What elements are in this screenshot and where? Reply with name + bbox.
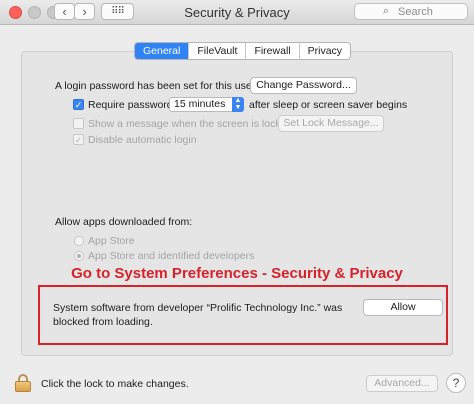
search-placeholder: Search	[398, 6, 433, 18]
require-password-delay-select[interactable]: 15 minutes ▲ ▼	[169, 97, 244, 112]
tab-privacy[interactable]: Privacy	[300, 43, 350, 59]
login-password-text: A login password has been set for this u…	[55, 80, 256, 92]
blocked-message-line1: System software from developer “Prolific…	[53, 302, 343, 314]
app-store-radio[interactable]	[74, 236, 84, 246]
tab-filevault[interactable]: FileVault	[189, 43, 247, 59]
search-input[interactable]: ⌕ Search	[354, 3, 468, 20]
identified-developers-radio[interactable]	[74, 251, 84, 261]
after-sleep-text: after sleep or screen saver begins	[249, 99, 408, 111]
tab-firewall[interactable]: Firewall	[246, 43, 300, 59]
change-password-button[interactable]: Change Password...	[250, 77, 357, 94]
lock-text: Click the lock to make changes.	[41, 378, 189, 390]
tab-general[interactable]: General	[135, 43, 190, 59]
show-message-checkbox[interactable]	[73, 118, 84, 129]
set-lock-message-button[interactable]: Set Lock Message...	[278, 115, 384, 132]
annotation-caption: Go to System Preferences - Security & Pr…	[71, 265, 403, 282]
allow-button[interactable]: Allow	[363, 299, 443, 316]
require-password-delay-value: 15 minutes	[174, 98, 226, 110]
chevron-updown-icon: ▲ ▼	[232, 97, 244, 112]
title-bar: ‹ › ⠿⠿ Security & Privacy ⌕ Search	[0, 0, 474, 25]
tab-bar: General FileVault Firewall Privacy	[134, 42, 352, 60]
allow-apps-heading: Allow apps downloaded from:	[55, 216, 193, 228]
advanced-button[interactable]: Advanced...	[366, 375, 438, 392]
blocked-message-line2: blocked from loading.	[53, 316, 153, 328]
app-store-label: App Store	[88, 235, 135, 247]
require-password-checkbox[interactable]: ✓	[73, 99, 84, 110]
lock-body	[15, 381, 31, 392]
identified-developers-label: App Store and identified developers	[88, 250, 255, 262]
search-icon: ⌕	[383, 5, 390, 17]
require-password-label: Require password	[88, 99, 173, 111]
help-button[interactable]: ?	[446, 373, 466, 393]
lock-icon[interactable]	[15, 374, 31, 392]
show-message-label: Show a message when the screen is locked	[88, 118, 293, 130]
disable-autologin-label: Disable automatic login	[88, 134, 197, 146]
help-icon: ?	[452, 376, 460, 390]
disable-autologin-checkbox[interactable]: ✓	[73, 134, 84, 145]
